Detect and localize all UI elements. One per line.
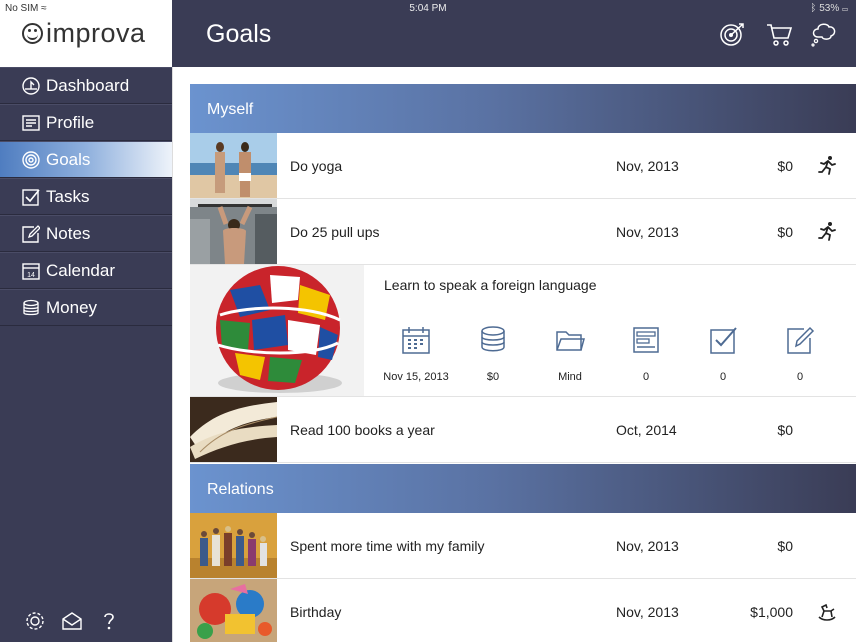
notes-icon — [22, 225, 40, 243]
help-icon[interactable] — [98, 610, 120, 632]
sidebar-item-money[interactable]: Money — [0, 289, 172, 326]
running-icon — [818, 156, 836, 175]
calendar-icon — [402, 327, 430, 354]
sidebar: improva Dashboard Profile Goals Tasks No… — [0, 0, 172, 642]
section-header-myself: Myself — [190, 84, 856, 133]
profile-icon — [22, 115, 40, 131]
coins-icon — [481, 326, 505, 352]
goal-detail-date[interactable]: Nov 15, 2013 — [381, 325, 451, 383]
smiley-logo-icon — [22, 23, 43, 44]
goals-icon — [22, 151, 40, 169]
goal-detail-profile[interactable]: 0 — [611, 325, 681, 383]
goal-money: $0 — [777, 422, 793, 438]
goal-detail-value: $0 — [486, 371, 500, 383]
goal-row[interactable]: Do yoga Nov, 2013 $0 — [190, 133, 856, 199]
dashboard-icon — [22, 77, 40, 95]
goal-row[interactable]: Birthday Nov, 2013 $1,000 — [190, 579, 856, 642]
goal-detail-value: 0 — [719, 371, 727, 383]
thought-bubble-icon[interactable] — [810, 21, 838, 47]
goal-thumbnail — [190, 199, 277, 264]
settings-icon[interactable] — [24, 610, 46, 632]
target-icon[interactable] — [718, 21, 746, 47]
goal-date: Nov, 2013 — [616, 224, 679, 240]
sidebar-item-notes[interactable]: Notes — [0, 215, 172, 252]
goal-thumbnail — [190, 513, 277, 578]
battery-icon: ▭ — [842, 3, 848, 14]
goal-detail-tasks[interactable]: 0 — [688, 325, 758, 383]
goal-thumbnail — [190, 397, 277, 462]
sidebar-item-label: Tasks — [46, 186, 90, 206]
money-icon — [23, 299, 39, 316]
goal-date: Oct, 2014 — [616, 422, 677, 438]
sidebar-item-label: Profile — [46, 112, 95, 132]
goal-row-expanded[interactable]: Learn to speak a foreign language Nov 15… — [190, 265, 856, 397]
goal-title: Learn to speak a foreign language — [384, 277, 597, 293]
tasks-icon — [22, 189, 40, 206]
goal-detail-value: 0 — [796, 371, 804, 383]
goal-money: $0 — [777, 538, 793, 554]
goal-thumbnail — [190, 579, 277, 642]
sidebar-item-label: Calendar — [46, 260, 115, 280]
goal-thumbnail — [190, 133, 277, 198]
goal-detail-value: Nov 15, 2013 — [383, 371, 449, 383]
folder-icon — [556, 331, 585, 351]
goal-detail-value: Mind — [558, 371, 582, 383]
sidebar-item-dashboard[interactable]: Dashboard — [0, 67, 172, 104]
goals-list: Myself Do yoga Nov, 2013 $0 Do 25 pull u… — [172, 67, 856, 642]
goal-title: Spent more time with my family — [290, 538, 485, 554]
profile-icon — [633, 327, 659, 353]
page-title: Goals — [206, 20, 272, 48]
notes-icon — [787, 326, 815, 354]
calendar-icon: 14 — [22, 263, 40, 280]
goal-row[interactable]: Spent more time with my family Nov, 2013… — [190, 513, 856, 579]
goal-thumbnail — [190, 265, 364, 396]
rocking-horse-icon — [818, 603, 836, 621]
app-name: improva — [46, 18, 146, 48]
calendar-day-number: 14 — [27, 272, 35, 279]
status-bar: No SIM ≈ 5:04 PM ᛒ 53% ▭ — [0, 0, 856, 16]
goal-title: Birthday — [290, 604, 342, 620]
goal-detail-notes[interactable]: 0 — [765, 325, 835, 383]
sidebar-item-label: Money — [46, 297, 98, 317]
goal-row[interactable]: Do 25 pull ups Nov, 2013 $0 — [190, 199, 856, 265]
sidebar-item-profile[interactable]: Profile — [0, 104, 172, 141]
goal-detail-money[interactable]: $0 — [458, 325, 528, 383]
sidebar-item-goals[interactable]: Goals — [0, 141, 172, 178]
bluetooth-icon: ᛒ — [810, 3, 817, 14]
sidebar-item-label: Notes — [46, 223, 91, 243]
sidebar-item-label: Goals — [46, 149, 91, 169]
sidebar-item-tasks[interactable]: Tasks — [0, 178, 172, 215]
goal-money: $0 — [777, 224, 793, 240]
sidebar-item-calendar[interactable]: 14 Calendar — [0, 252, 172, 289]
sidebar-item-label: Dashboard — [46, 75, 130, 95]
clock: 5:04 PM — [409, 3, 447, 14]
battery-text: 53% — [819, 3, 840, 14]
tasks-icon — [710, 327, 737, 354]
goal-title: Do yoga — [290, 158, 343, 174]
goal-money: $0 — [777, 158, 793, 174]
running-icon — [818, 222, 836, 241]
cart-icon[interactable] — [765, 21, 793, 47]
sidebar-footer — [0, 610, 172, 634]
goal-date: Nov, 2013 — [616, 604, 679, 620]
goal-money: $1,000 — [750, 604, 793, 620]
goal-date: Nov, 2013 — [616, 158, 679, 174]
mail-icon[interactable] — [61, 610, 83, 632]
goal-detail-category[interactable]: Mind — [535, 325, 605, 383]
goal-row[interactable]: Read 100 books a year Oct, 2014 $0 — [190, 397, 856, 463]
goal-title: Do 25 pull ups — [290, 224, 380, 240]
goal-date: Nov, 2013 — [616, 538, 679, 554]
goal-title: Read 100 books a year — [290, 422, 435, 438]
goal-detail-value: 0 — [642, 371, 650, 383]
battery-indicator: ᛒ 53% ▭ — [810, 3, 848, 14]
section-header-relations: Relations — [190, 464, 856, 513]
